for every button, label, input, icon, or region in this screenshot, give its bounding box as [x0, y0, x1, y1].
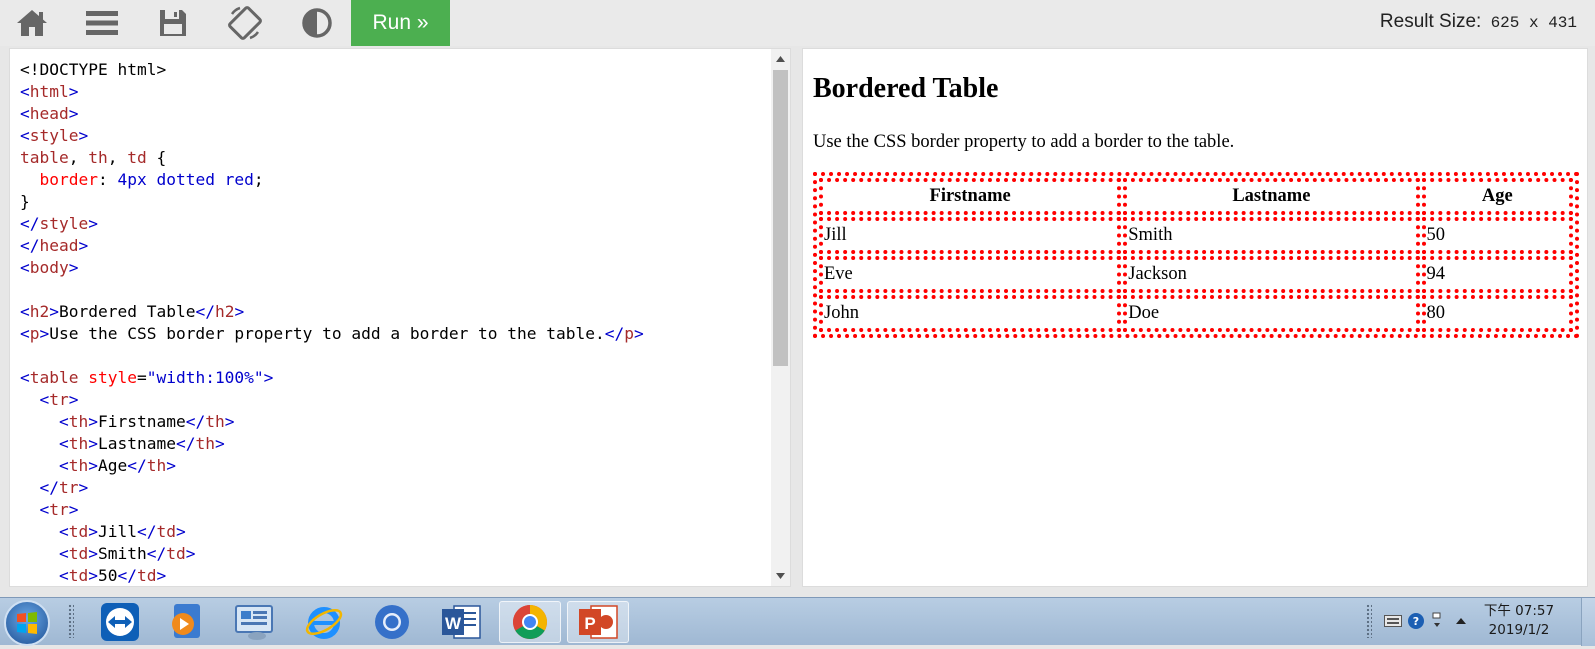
editor-scrollbar[interactable] [771, 49, 790, 586]
start-button[interactable] [4, 600, 50, 646]
scroll-up-icon[interactable] [771, 49, 790, 69]
code-line[interactable]: <td>Smith</td> [20, 543, 644, 565]
media-player-icon[interactable] [155, 601, 217, 643]
result-size-label: Result Size: [1379, 11, 1482, 32]
table-cell: Smith [1123, 217, 1420, 254]
network-icon[interactable] [1428, 612, 1446, 629]
code-line[interactable]: <p>Use the CSS border property to add a … [20, 323, 644, 345]
table-header-row: Firstname Lastname Age [819, 178, 1573, 215]
svg-text:P: P [584, 614, 595, 633]
table-cell: 94 [1421, 256, 1573, 293]
taskbar-grip [1366, 604, 1372, 638]
code-line[interactable]: <!DOCTYPE html> [20, 59, 644, 81]
word-icon[interactable]: W [430, 601, 492, 643]
result-paragraph: Use the CSS border property to add a bor… [813, 132, 1235, 152]
table-cell: 50 [1421, 217, 1573, 254]
code-line[interactable]: <table style="width:100%"> [20, 367, 644, 389]
run-button[interactable]: Run » [351, 0, 450, 46]
chrome-icon[interactable] [499, 601, 561, 643]
code-line[interactable]: <th>Firstname</th> [20, 411, 644, 433]
toolbar: Run » Result Size: 625 x 431 [0, 0, 1595, 46]
table-row: Jill Smith 50 [819, 217, 1573, 254]
table-cell: John [819, 295, 1122, 332]
table-cell: Doe [1123, 295, 1420, 332]
contrast-icon[interactable] [294, 4, 340, 42]
clock-date: 2019/1/2 [1488, 622, 1550, 638]
code-line[interactable]: <th>Lastname</th> [20, 433, 644, 455]
result-panel: Bordered Table Use the CSS border proper… [802, 48, 1588, 587]
taskbar-grip [68, 604, 74, 638]
code-line[interactable]: border: 4px dotted red; [20, 169, 644, 191]
code-editor[interactable]: <!DOCTYPE html> <html> <head> <style> table,… [9, 48, 791, 587]
code-text[interactable]: <!DOCTYPE html> <html> <head> <style> table,… [20, 59, 644, 586]
code-line[interactable] [20, 279, 644, 301]
code-line[interactable]: } [20, 191, 644, 213]
result-table: Firstname Lastname Age Jill Smith 50 Eve… [813, 172, 1579, 338]
table-cell: Jackson [1123, 256, 1420, 293]
control-panel-icon[interactable] [223, 601, 285, 643]
menu-icon[interactable] [79, 4, 125, 42]
result-size-value: 625 x 431 [1490, 14, 1577, 32]
result-heading: Bordered Table [813, 73, 999, 104]
save-icon[interactable] [150, 4, 196, 42]
result-size: Result Size: 625 x 431 [1380, 11, 1577, 33]
code-line[interactable] [20, 345, 644, 367]
table-row: John Doe 80 [819, 295, 1573, 332]
teamviewer-icon[interactable] [89, 601, 151, 643]
code-line[interactable]: <h2>Bordered Table</h2> [20, 301, 644, 323]
taskbar: W P ? 下午 07:57 2019/1/2 [0, 597, 1595, 646]
code-line[interactable]: </tr> [20, 477, 644, 499]
svg-text:W: W [445, 614, 462, 633]
code-line[interactable]: <tr> [20, 389, 644, 411]
code-line[interactable]: <html> [20, 81, 644, 103]
code-line[interactable]: table, th, td { [20, 147, 644, 169]
table-header-cell: Firstname [819, 178, 1122, 215]
table-cell: Eve [819, 256, 1122, 293]
code-line[interactable]: <td>Jill</td> [20, 521, 644, 543]
scroll-down-icon[interactable] [771, 566, 790, 586]
svg-text:?: ? [1413, 615, 1419, 628]
code-line[interactable]: </style> [20, 213, 644, 235]
internet-explorer-icon[interactable] [293, 601, 355, 643]
help-icon[interactable]: ? [1407, 613, 1425, 629]
table-header-cell: Lastname [1123, 178, 1420, 215]
show-desktop-button[interactable] [1581, 598, 1595, 646]
show-hidden-icons[interactable] [1452, 613, 1470, 629]
powerpoint-icon[interactable]: P [567, 601, 629, 643]
rotate-icon[interactable] [222, 4, 268, 42]
scroll-thumb[interactable] [773, 70, 788, 366]
table-row: Eve Jackson 94 [819, 256, 1573, 293]
windows-logo-icon [17, 612, 37, 634]
clock[interactable]: 下午 07:57 2019/1/2 [1474, 602, 1564, 640]
code-line[interactable]: </head> [20, 235, 644, 257]
chrome-canary-icon[interactable] [361, 601, 423, 643]
code-line[interactable]: <body> [20, 257, 644, 279]
table-header-cell: Age [1421, 178, 1573, 215]
code-line[interactable]: <td>50</td> [20, 565, 644, 586]
code-line[interactable]: <tr> [20, 499, 644, 521]
home-icon[interactable] [9, 4, 55, 42]
code-line[interactable]: <th>Age</th> [20, 455, 644, 477]
table-cell: Jill [819, 217, 1122, 254]
keyboard-icon[interactable] [1384, 613, 1402, 629]
clock-time: 下午 07:57 [1483, 603, 1555, 619]
code-line[interactable]: <style> [20, 125, 644, 147]
code-line[interactable]: <head> [20, 103, 644, 125]
table-cell: 80 [1421, 295, 1573, 332]
